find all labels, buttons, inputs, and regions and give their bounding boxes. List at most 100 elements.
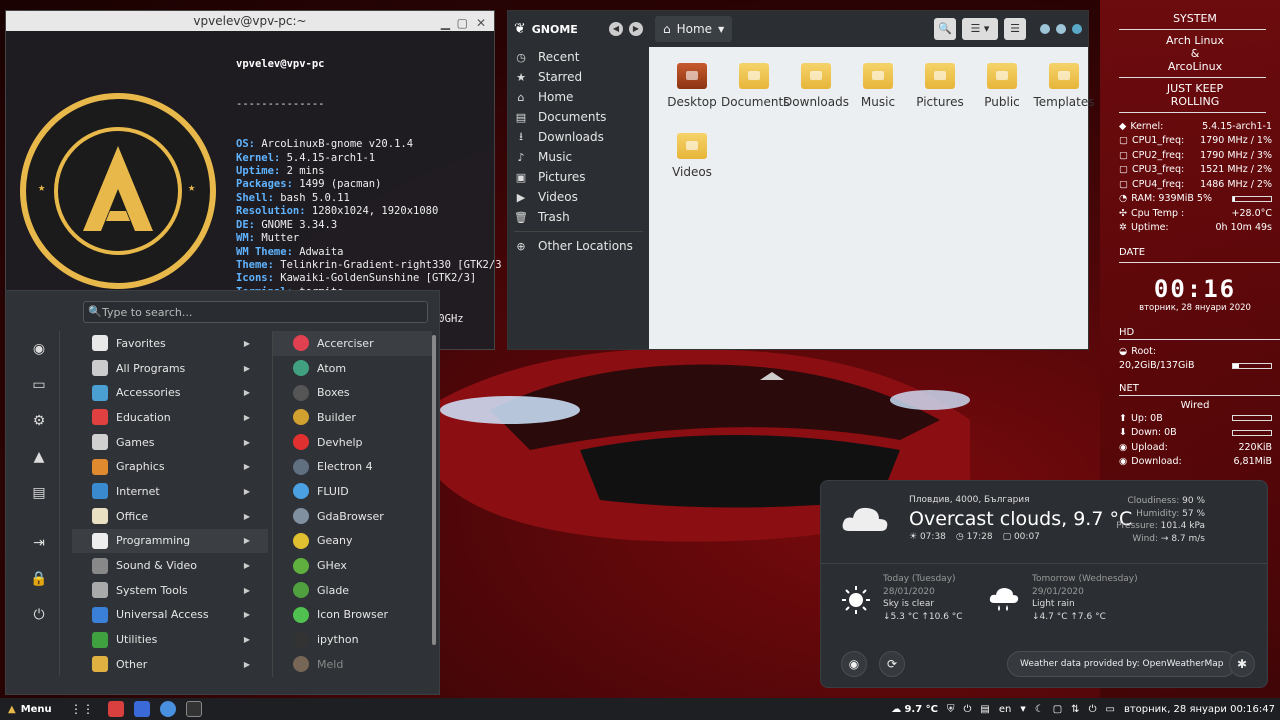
minimize-button[interactable] — [1040, 24, 1050, 34]
sidebar-item-documents[interactable]: ▤ Documents — [508, 107, 649, 127]
app-glade[interactable]: Glade — [273, 578, 432, 603]
app-icon — [293, 360, 309, 377]
category-all-programs[interactable]: All Programs ▶ — [72, 356, 268, 381]
sidebar-item-music[interactable]: ♪ Music — [508, 147, 649, 167]
refresh-button[interactable]: ⟳ — [879, 651, 905, 677]
category-programming[interactable]: Programming ▶ — [72, 528, 268, 554]
app-launcher-icon[interactable] — [108, 701, 124, 717]
folder-documents[interactable]: Documents — [721, 55, 789, 109]
app-geany[interactable]: Geany — [273, 529, 432, 554]
folder-desktop[interactable]: Desktop — [659, 55, 725, 109]
sidebar-item-videos[interactable]: ▶ Videos — [508, 187, 649, 207]
locations-button[interactable]: ◉ — [841, 651, 867, 677]
night-light-icon[interactable]: ☾ — [1035, 704, 1044, 715]
folder-templates[interactable]: Templates — [1031, 55, 1097, 109]
close-icon[interactable]: ✕ — [476, 13, 486, 33]
category-system-tools[interactable]: System Tools ▶ — [72, 578, 268, 603]
network-icon[interactable]: ⇅ — [1071, 704, 1079, 715]
files-window[interactable]: ❦ GNOME ◀ ▶ ◷ Recent ★ Starred ⌂ Home ▤ Documen… — [507, 10, 1095, 350]
category-accessories[interactable]: Accessories ▶ — [72, 380, 268, 405]
view-options-button[interactable]: ☰ ▾ — [962, 18, 998, 40]
category-internet[interactable]: Internet ▶ — [72, 479, 268, 504]
arcolinux-icon[interactable]: ▲ — [18, 439, 60, 475]
keyboard-icon[interactable]: ▤ — [980, 704, 989, 715]
category-graphics[interactable]: Graphics ▶ — [72, 454, 268, 479]
app-label: Boxes — [317, 386, 350, 400]
category-games[interactable]: Games ▶ — [72, 430, 268, 455]
app-devhelp[interactable]: Devhelp — [273, 430, 432, 455]
settings-icon[interactable]: ⚙ — [18, 403, 60, 439]
category-universal-access[interactable]: Universal Access ▶ — [72, 603, 268, 628]
category-label: Games — [116, 435, 155, 449]
sidebar-item-other-locations[interactable]: ⊕ Other Locations — [508, 236, 649, 256]
search-button[interactable]: 🔍 — [934, 18, 956, 40]
text-editor-icon[interactable] — [134, 701, 150, 717]
battery-icon[interactable]: ▭ — [1105, 704, 1114, 715]
maximize-button[interactable] — [1056, 24, 1066, 34]
folder-public[interactable]: Public — [969, 55, 1035, 109]
neofetch-colon: : — [267, 191, 281, 204]
folder-videos[interactable]: Videos — [659, 125, 725, 179]
category-sound-video[interactable]: Sound & Video ▶ — [72, 553, 268, 578]
folder-pictures[interactable]: Pictures — [907, 55, 973, 109]
app-ipython[interactable]: ipython — [273, 627, 432, 652]
terminal-icon[interactable]: ▭ — [18, 367, 60, 403]
path-bar-home[interactable]: ⌂ Home ▼ — [655, 16, 733, 42]
weather-settings-button[interactable]: ✱ — [1229, 651, 1255, 677]
menu-button[interactable]: ☰ — [1004, 18, 1026, 40]
up-bar — [1232, 415, 1272, 422]
chevron-down-icon[interactable]: ▼ — [1020, 705, 1025, 713]
screen-icon[interactable]: ▢ — [1053, 704, 1062, 715]
category-other[interactable]: Other ▶ — [72, 652, 268, 677]
app-atom[interactable]: Atom — [273, 356, 432, 381]
terminal-titlebar[interactable]: vpvelev@vpv-pc:~ ▁ ▢ ✕ — [6, 11, 494, 31]
terminal-taskbar-icon[interactable] — [186, 701, 202, 717]
search-input[interactable]: 🔍 Type to search... — [83, 301, 428, 323]
app-icon-browser[interactable]: Icon Browser — [273, 603, 432, 628]
lock-icon[interactable]: 🔒 — [18, 561, 60, 597]
sidebar-item-trash[interactable]: 🗑 Trash — [508, 207, 649, 227]
app-meld[interactable]: Meld — [273, 652, 432, 677]
sidebar-item-starred[interactable]: ★ Starred — [508, 67, 649, 87]
chrome-icon[interactable]: ◉ — [18, 331, 60, 367]
app-fluid[interactable]: FLUID — [273, 479, 432, 504]
power-icon[interactable]: ⏻ — [1089, 704, 1097, 715]
app-list-scrollbar[interactable] — [432, 335, 436, 645]
weather-tray-button[interactable]: ☁ 9.7 °C — [891, 704, 938, 715]
sidebar-item-pictures[interactable]: ▣ Pictures — [508, 167, 649, 187]
clock[interactable]: вторник, 28 януари 00:16:47 — [1124, 704, 1275, 715]
app-ghex[interactable]: GHex — [273, 553, 432, 578]
app-grid-icon[interactable]: ⋮⋮ — [70, 702, 94, 716]
power-icon[interactable]: ⏻ — [18, 597, 60, 633]
category-icon — [92, 384, 108, 401]
files-icon[interactable]: ▤ — [18, 475, 60, 511]
app-boxes[interactable]: Boxes — [273, 380, 432, 405]
app-gdabrowser[interactable]: GdaBrowser — [273, 504, 432, 529]
minimize-icon[interactable]: ▁ — [441, 13, 450, 33]
category-utilities[interactable]: Utilities ▶ — [72, 627, 268, 652]
forward-button[interactable]: ▶ — [629, 22, 643, 36]
close-button[interactable] — [1072, 24, 1082, 34]
back-button[interactable]: ◀ — [609, 22, 623, 36]
app-electron-4[interactable]: Electron 4 — [273, 454, 432, 479]
sidebar-item-downloads[interactable]: ⭳ Downloads — [508, 127, 649, 147]
folder-downloads[interactable]: Downloads — [783, 55, 849, 109]
sidebar-item-recent[interactable]: ◷ Recent — [508, 47, 649, 67]
logout-icon[interactable]: ⇥ — [18, 525, 60, 561]
weather-credit-link[interactable]: Weather data provided by: OpenWeatherMap — [1007, 651, 1237, 677]
menu-button[interactable]: ▲ Menu — [0, 704, 64, 715]
folder-music[interactable]: Music — [845, 55, 911, 109]
app-builder[interactable]: Builder — [273, 405, 432, 430]
category-education[interactable]: Education ▶ — [72, 405, 268, 430]
maximize-icon[interactable]: ▢ — [457, 13, 468, 33]
chrome-icon[interactable] — [160, 701, 176, 717]
app-accerciser[interactable]: Accerciser — [273, 331, 432, 356]
shield-icon[interactable]: ⛨ — [947, 704, 955, 715]
lang-indicator[interactable]: en — [999, 704, 1012, 715]
category-favorites[interactable]: Favorites ▶ — [72, 331, 268, 356]
app-icon — [293, 631, 309, 648]
category-office[interactable]: Office ▶ — [72, 504, 268, 529]
folder-label: Desktop — [667, 95, 717, 109]
sidebar-item-home[interactable]: ⌂ Home — [508, 87, 649, 107]
power-settings-icon[interactable]: ⏻ — [963, 704, 971, 715]
